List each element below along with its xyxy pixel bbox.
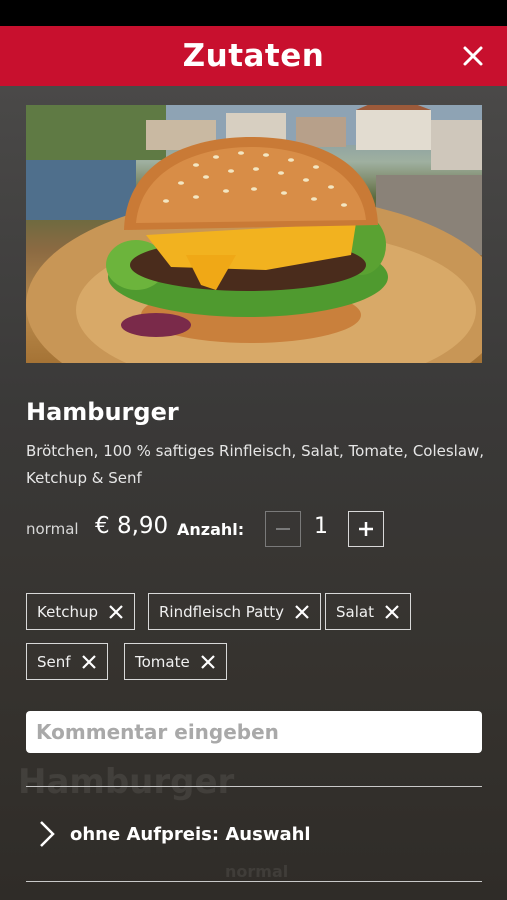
status-bar — [0, 0, 507, 26]
remove-icon[interactable] — [108, 604, 124, 620]
ingredient-chip-ketchup[interactable]: Ketchup — [26, 593, 135, 630]
options-expand-row[interactable]: ohne Aufpreis: Auswahl — [26, 802, 482, 866]
remove-icon[interactable] — [294, 604, 310, 620]
product-description: Brötchen, 100 % saftiges Rinfleisch, Sal… — [26, 442, 485, 487]
quantity-label: Anzahl: — [177, 520, 245, 539]
modal-content: Hamburger normal Hamburger Brötchen, 100… — [0, 86, 507, 900]
ingredient-chip-label: Tomate — [135, 652, 190, 671]
ingredient-chip-label: Ketchup — [37, 602, 98, 621]
remove-icon[interactable] — [200, 654, 216, 670]
ingredient-chip-salat[interactable]: Salat — [325, 593, 411, 630]
product-name: Hamburger — [26, 398, 179, 426]
close-icon — [463, 46, 483, 66]
quantity-increase-button[interactable] — [348, 511, 384, 547]
plus-icon — [359, 522, 373, 536]
remove-icon[interactable] — [81, 654, 97, 670]
product-price: € 8,90 — [95, 513, 169, 539]
divider-top — [26, 786, 482, 787]
ingredient-chip-label: Rindfleisch Patty — [159, 602, 285, 621]
divider-bottom — [26, 881, 482, 882]
ingredient-chip-tomate[interactable]: Tomate — [124, 643, 227, 680]
modal-title: Zutaten — [182, 38, 325, 74]
ingredient-chip-senf[interactable]: Senf — [26, 643, 108, 680]
options-label: ohne Aufpreis: Auswahl — [70, 823, 311, 845]
ingredient-chip-rindfleisch-patty[interactable]: Rindfleisch Patty — [148, 593, 322, 630]
size-label: normal — [26, 520, 79, 538]
comment-input[interactable] — [26, 711, 482, 753]
close-button[interactable] — [455, 38, 491, 74]
ingredient-chip-label: Salat — [336, 602, 374, 621]
ingredient-chip-label: Senf — [37, 652, 71, 671]
quantity-value: 1 — [314, 514, 328, 539]
remove-icon[interactable] — [384, 604, 400, 620]
product-image — [26, 105, 482, 363]
quantity-decrease-button[interactable] — [265, 511, 301, 547]
minus-icon — [276, 528, 290, 530]
background-title-ghost: Hamburger — [18, 762, 235, 802]
chevron-right-icon — [32, 820, 62, 848]
modal-header: Zutaten — [0, 26, 507, 86]
